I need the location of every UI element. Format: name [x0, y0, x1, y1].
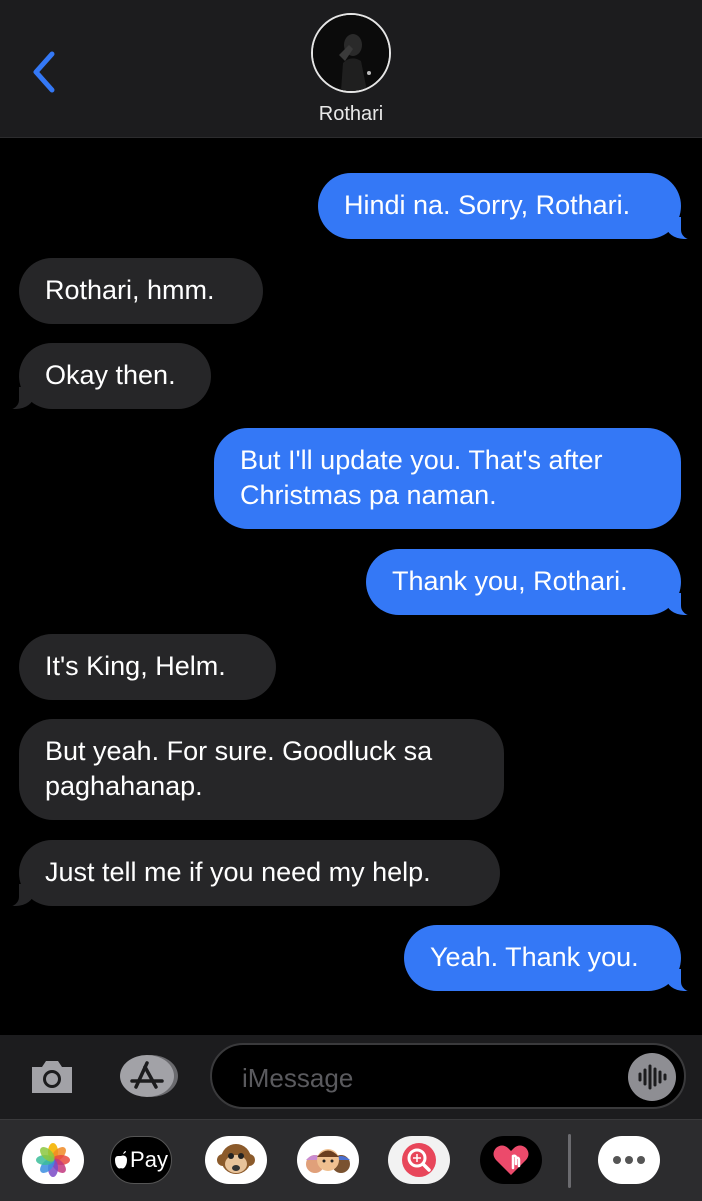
image-search-icon[interactable]	[388, 1136, 450, 1184]
message-bubble-received[interactable]: It's King, Helm.	[19, 634, 276, 700]
app-store-icon[interactable]	[118, 1053, 180, 1099]
compose-bar: iMessage	[0, 1035, 702, 1119]
monkey-animoji-icon[interactable]	[205, 1136, 267, 1184]
message-text: Okay then.	[45, 360, 176, 390]
message-text-line: paghahanap.	[45, 771, 203, 801]
waveform-icon	[638, 1064, 667, 1090]
conversation-header: Rothari	[0, 0, 702, 138]
drawer-divider	[568, 1134, 571, 1188]
message-bubble-sent[interactable]: Thank you, Rothari.	[366, 549, 698, 616]
message-text: Hindi na. Sorry, Rothari.	[344, 190, 631, 220]
more-apps-button[interactable]	[598, 1136, 660, 1184]
app-drawer: Pay	[0, 1119, 702, 1201]
message-bubble-received[interactable]: But yeah. For sure. Goodluck sa paghahan…	[19, 719, 504, 820]
message-text: It's King, Helm.	[45, 651, 226, 681]
contact-avatar[interactable]	[311, 13, 391, 93]
ellipsis-icon	[613, 1156, 645, 1164]
message-text: Yeah. Thank you.	[430, 942, 639, 972]
message-bubble-sent[interactable]: But I'll update you. That's after Christ…	[214, 428, 681, 529]
message-text-line: Christmas pa naman.	[240, 480, 497, 510]
imessage-input[interactable]: iMessage	[210, 1043, 686, 1109]
apple-pay-app-icon[interactable]: Pay	[110, 1136, 172, 1184]
message-text-line: But yeah. For sure. Goodluck sa	[45, 736, 433, 766]
avatar-photo	[313, 15, 389, 91]
camera-icon[interactable]	[28, 1057, 76, 1097]
message-bubble-sent[interactable]: Hindi na. Sorry, Rothari.	[318, 173, 698, 240]
message-bubble-received[interactable]: Okay then.	[2, 343, 211, 410]
photos-app-icon[interactable]	[22, 1136, 84, 1184]
apple-pay-label: Pay	[130, 1147, 168, 1172]
digital-touch-icon[interactable]	[480, 1136, 542, 1184]
audio-message-button[interactable]	[628, 1053, 676, 1101]
message-text: Thank you, Rothari.	[392, 566, 628, 596]
memoji-stickers-icon[interactable]	[297, 1136, 359, 1184]
message-text-line: But I'll update you. That's after	[240, 445, 603, 475]
contact-name[interactable]: Rothari	[0, 103, 702, 126]
message-text: Just tell me if you need my help.	[45, 857, 431, 887]
message-bubble-received[interactable]: Just tell me if you need my help.	[2, 840, 500, 907]
message-bubble-sent[interactable]: Yeah. Thank you.	[404, 925, 698, 992]
message-text: Rothari, hmm.	[45, 275, 215, 305]
imessage-placeholder: iMessage	[242, 1063, 354, 1093]
message-bubble-received[interactable]: Rothari, hmm.	[19, 258, 263, 324]
back-chevron-icon[interactable]	[28, 50, 60, 94]
apple-logo-icon	[115, 1151, 128, 1169]
